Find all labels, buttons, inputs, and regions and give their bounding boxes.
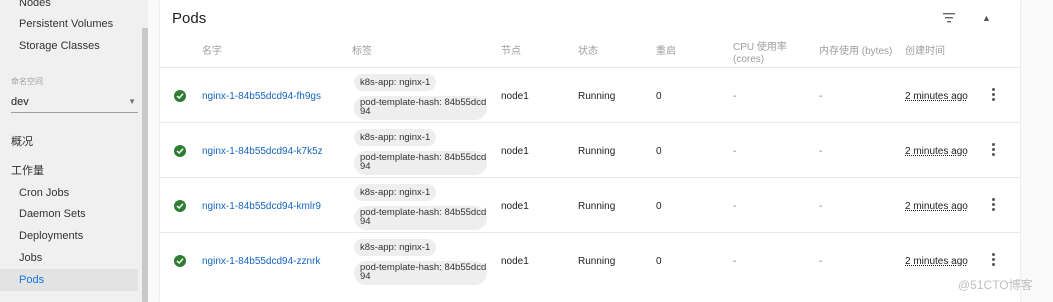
check-circle-icon: [174, 145, 186, 157]
watermark: @51CTO博客: [958, 278, 1033, 292]
created-cell: 2 minutes ago: [905, 146, 968, 157]
label-chip: pod-template-hash: 84b55dcd94: [354, 96, 487, 120]
node-cell[interactable]: node1: [501, 146, 529, 157]
node-cell[interactable]: node1: [501, 201, 529, 212]
column-header-cpu-line1: CPU 使用率: [733, 42, 787, 53]
sidebar-item-daemon-sets[interactable]: Daemon Sets: [19, 208, 86, 220]
column-header-created[interactable]: 创建时间: [905, 46, 945, 58]
column-header-memory: 内存使用 (bytes): [819, 46, 893, 57]
status-cell: Running: [578, 201, 616, 212]
namespace-select[interactable]: dev ▼: [11, 90, 138, 113]
sidebar-section-workloads[interactable]: 工作量: [11, 162, 44, 178]
sidebar-item-storage-classes[interactable]: Storage Classes: [19, 40, 100, 52]
sidebar-item-overview[interactable]: 概况: [11, 133, 33, 149]
label-chip: k8s-app: nginx-1: [354, 74, 437, 91]
sidebar-item-persistent-volumes[interactable]: Persistent Volumes: [19, 18, 113, 30]
sidebar-item-jobs[interactable]: Jobs: [19, 252, 42, 264]
label-chip: k8s-app: nginx-1: [354, 239, 437, 256]
table-row[interactable]: nginx-1-84b55dcd94-zznrk k8s-app: nginx-…: [160, 232, 1020, 288]
pod-name-link[interactable]: nginx-1-84b55dcd94-kmlr9: [202, 201, 321, 212]
column-header-cpu: CPU 使用率 (cores): [733, 42, 787, 66]
cpu-cell: -: [733, 91, 737, 102]
status-cell: Running: [578, 256, 616, 267]
label-chip: k8s-app: nginx-1: [354, 129, 437, 146]
filter-icon[interactable]: [942, 12, 956, 24]
namespace-value: dev: [11, 96, 29, 108]
node-cell[interactable]: node1: [501, 256, 529, 267]
status-cell: Running: [578, 146, 616, 157]
column-header-node[interactable]: 节点: [501, 46, 521, 58]
pod-name-link[interactable]: nginx-1-84b55dcd94-zznrk: [202, 256, 320, 267]
memory-cell: -: [819, 91, 823, 102]
sidebar: Nodes Persistent Volumes Storage Classes…: [0, 0, 148, 302]
restarts-cell: 0: [656, 256, 662, 267]
pods-card: Pods ▲ 名字 标签 节点 状态 重启 CPU 使用率 (cores) 内存…: [160, 0, 1020, 302]
memory-cell: -: [819, 256, 823, 267]
node-cell[interactable]: node1: [501, 91, 529, 102]
cpu-cell: -: [733, 201, 737, 212]
table-row[interactable]: nginx-1-84b55dcd94-k7k5z k8s-app: nginx-…: [160, 122, 1020, 178]
check-circle-icon: [174, 200, 186, 212]
cpu-cell: -: [733, 256, 737, 267]
column-header-status[interactable]: 状态: [578, 46, 598, 58]
cpu-cell: -: [733, 146, 737, 157]
label-chip: k8s-app: nginx-1: [354, 184, 437, 201]
sidebar-item-cron-jobs[interactable]: Cron Jobs: [19, 187, 69, 199]
more-vert-icon[interactable]: [992, 143, 995, 158]
label-chip: pod-template-hash: 84b55dcd94: [354, 206, 487, 230]
namespace-label: 命名空间: [11, 77, 43, 86]
more-vert-icon[interactable]: [992, 88, 995, 103]
sidebar-item-pods[interactable]: Pods: [19, 274, 45, 286]
pod-name-link[interactable]: nginx-1-84b55dcd94-fh9gs: [202, 91, 321, 102]
check-circle-icon: [174, 90, 186, 102]
restarts-cell: 0: [656, 201, 662, 212]
card-title: Pods: [172, 10, 207, 27]
memory-cell: -: [819, 201, 823, 212]
chevron-down-icon: ▼: [128, 97, 136, 106]
memory-cell: -: [819, 146, 823, 157]
collapse-icon[interactable]: ▲: [982, 13, 991, 23]
more-vert-icon[interactable]: [992, 253, 995, 268]
created-cell: 2 minutes ago: [905, 91, 968, 102]
more-vert-icon[interactable]: [992, 198, 995, 213]
status-cell: Running: [578, 91, 616, 102]
column-header-labels: 标签: [352, 46, 372, 57]
created-cell: 2 minutes ago: [905, 201, 968, 212]
restarts-cell: 0: [656, 91, 662, 102]
column-header-name[interactable]: 名字: [202, 46, 222, 58]
sidebar-scrollbar[interactable]: [142, 28, 148, 302]
label-chip: pod-template-hash: 84b55dcd94: [354, 151, 487, 175]
created-cell: 2 minutes ago: [905, 256, 968, 267]
column-header-cpu-line2: (cores): [733, 54, 765, 65]
table-row[interactable]: nginx-1-84b55dcd94-kmlr9 k8s-app: nginx-…: [160, 177, 1020, 233]
label-chip: pod-template-hash: 84b55dcd94: [354, 261, 487, 285]
check-circle-icon: [174, 255, 186, 267]
sidebar-item-nodes[interactable]: Nodes: [19, 0, 51, 9]
pod-name-link[interactable]: nginx-1-84b55dcd94-k7k5z: [202, 146, 323, 157]
restarts-cell: 0: [656, 146, 662, 157]
table-row[interactable]: nginx-1-84b55dcd94-fh9gs k8s-app: nginx-…: [160, 67, 1020, 123]
column-header-restarts[interactable]: 重启: [656, 46, 676, 58]
sidebar-item-deployments[interactable]: Deployments: [19, 230, 83, 242]
